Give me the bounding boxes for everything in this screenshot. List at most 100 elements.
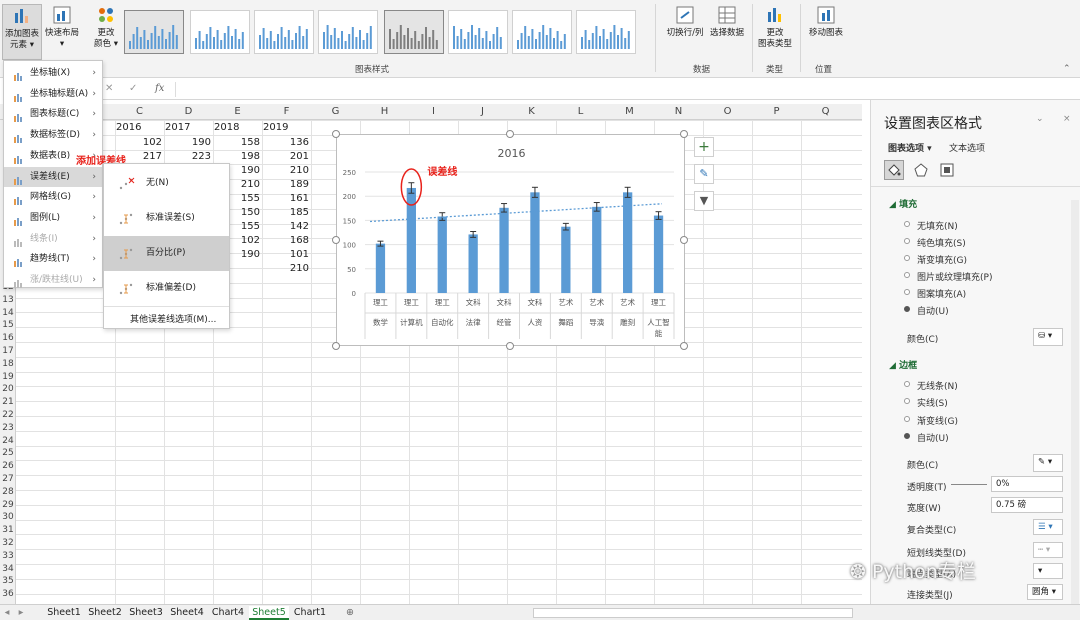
- column-header[interactable]: G: [311, 106, 360, 117]
- menu-item[interactable]: 趋势线(T) ›: [4, 249, 102, 269]
- row-header[interactable]: 21: [0, 397, 16, 407]
- menu-item[interactable]: 误差线(E) ›: [4, 166, 102, 187]
- prev-sheet-icon[interactable]: ◂: [2, 606, 12, 620]
- sheet-tab[interactable]: Sheet4: [167, 606, 207, 620]
- chart-style-thumbnail[interactable]: [190, 10, 250, 54]
- row-header[interactable]: 24: [0, 436, 16, 446]
- radio-label[interactable]: 实线(S): [917, 396, 948, 409]
- radio-button[interactable]: [904, 415, 910, 422]
- resize-handle[interactable]: [332, 342, 340, 350]
- row-header[interactable]: 32: [0, 538, 16, 548]
- border-color-picker[interactable]: ✎ ▾: [1033, 454, 1063, 472]
- add-sheet-icon[interactable]: ⊕: [343, 606, 357, 620]
- radio-label[interactable]: 纯色填充(S): [917, 236, 966, 249]
- radio-button[interactable]: [904, 398, 910, 405]
- border-section-header[interactable]: ◢ 边框: [889, 358, 917, 371]
- row-header[interactable]: 28: [0, 487, 16, 497]
- column-header[interactable]: P: [752, 106, 801, 117]
- menu-item[interactable]: 图表标题(C) ›: [4, 104, 102, 124]
- chart-area[interactable]: 2016 0 50 100 150 200 250 理工 数学 理工 计算机 理工 自动化 文科 法律 文科经…: [336, 134, 685, 346]
- dash-type-dropdown[interactable]: ┅ ▾: [1033, 542, 1063, 558]
- row-header[interactable]: 13: [0, 295, 16, 305]
- column-header[interactable]: I: [409, 106, 458, 117]
- cell-value[interactable]: 190: [165, 137, 211, 148]
- sheet-tab[interactable]: Sheet3: [126, 606, 166, 620]
- cell-value[interactable]: 185: [263, 207, 309, 218]
- column-header[interactable]: K: [507, 106, 556, 117]
- cell-value[interactable]: 223: [165, 151, 211, 162]
- enter-icon[interactable]: ✓: [129, 83, 137, 94]
- radio-button[interactable]: [904, 289, 910, 295]
- radio-button[interactable]: [904, 381, 910, 387]
- row-header[interactable]: 26: [0, 461, 16, 471]
- chart-style-thumbnail[interactable]: [512, 10, 572, 54]
- resize-handle[interactable]: [332, 236, 340, 244]
- cell-year[interactable]: 2016: [116, 122, 162, 133]
- error-bar-option[interactable]: 标准误差(S): [104, 201, 229, 236]
- fill-line-icon[interactable]: [884, 160, 904, 180]
- column-header[interactable]: F: [262, 106, 311, 117]
- radio-button[interactable]: [904, 272, 910, 278]
- cell-year[interactable]: 2017: [165, 122, 211, 133]
- row-header[interactable]: 27: [0, 474, 16, 484]
- row-header[interactable]: 31: [0, 525, 16, 535]
- radio-button[interactable]: [904, 306, 910, 312]
- resize-handle[interactable]: [506, 130, 514, 138]
- column-header[interactable]: E: [213, 106, 262, 117]
- cancel-icon[interactable]: ✕: [105, 83, 113, 94]
- cell-value[interactable]: 198: [214, 151, 260, 162]
- radio-label[interactable]: 渐变线(G): [917, 414, 958, 427]
- compound-type-dropdown[interactable]: ☰ ▾: [1033, 519, 1063, 535]
- cell-value[interactable]: 201: [263, 151, 309, 162]
- row-header[interactable]: 17: [0, 346, 16, 356]
- join-type-dropdown[interactable]: 圆角 ▾: [1027, 584, 1063, 600]
- chart-style-thumbnail[interactable]: [384, 10, 444, 54]
- fill-section-header[interactable]: ◢ 填充: [889, 197, 917, 210]
- sheet-tab[interactable]: Sheet1: [44, 606, 84, 620]
- sheet-tab[interactable]: Chart1: [290, 606, 330, 620]
- cell-value[interactable]: 102: [116, 137, 162, 148]
- column-header[interactable]: L: [556, 106, 605, 117]
- radio-label[interactable]: 图片或纹理填充(P): [917, 270, 992, 283]
- change-chart-type-button[interactable]: 更改 图表类型: [756, 4, 794, 50]
- resize-handle[interactable]: [506, 342, 514, 350]
- switch-row-column-button[interactable]: 切换行/列: [662, 4, 708, 39]
- cell-value[interactable]: 210: [263, 165, 309, 176]
- row-header[interactable]: 33: [0, 551, 16, 561]
- resize-handle[interactable]: [680, 130, 688, 138]
- column-header[interactable]: J: [458, 106, 507, 117]
- row-header[interactable]: 29: [0, 500, 16, 510]
- column-header[interactable]: H: [360, 106, 409, 117]
- row-header[interactable]: 20: [0, 384, 16, 394]
- cell-value[interactable]: 142: [263, 221, 309, 232]
- column-header[interactable]: Q: [801, 106, 850, 117]
- change-colors-button[interactable]: 更改 颜色 ▾: [90, 4, 122, 50]
- row-header[interactable]: 35: [0, 576, 16, 586]
- cell-value[interactable]: 136: [263, 137, 309, 148]
- chart-style-thumbnail[interactable]: [124, 10, 184, 54]
- row-header[interactable]: 19: [0, 372, 16, 382]
- formula-input[interactable]: [175, 82, 1075, 97]
- width-input[interactable]: 0.75 磅: [991, 497, 1063, 513]
- radio-label[interactable]: 无线条(N): [917, 379, 958, 392]
- sheet-tab[interactable]: Sheet5: [249, 606, 289, 620]
- error-bar-option[interactable]: 无(N): [104, 166, 229, 201]
- column-header[interactable]: M: [605, 106, 654, 117]
- menu-item[interactable]: 图例(L) ›: [4, 208, 102, 228]
- error-bar-option[interactable]: 标准偏差(D): [104, 271, 229, 306]
- resize-handle[interactable]: [680, 236, 688, 244]
- chart-style-thumbnail[interactable]: [254, 10, 314, 54]
- column-header[interactable]: C: [115, 106, 164, 117]
- resize-handle[interactable]: [680, 342, 688, 350]
- menu-item[interactable]: 网格线(G) ›: [4, 187, 102, 207]
- radio-label[interactable]: 图案填充(A): [917, 287, 966, 300]
- menu-item[interactable]: 坐标轴(X) ›: [4, 63, 102, 83]
- radio-label[interactable]: 渐变填充(G): [917, 253, 967, 266]
- quick-layout-button[interactable]: 快速布局 ▾: [44, 4, 80, 50]
- fill-color-picker[interactable]: ⛁ ▾: [1033, 328, 1063, 346]
- chart-elements-plus-icon[interactable]: +: [694, 137, 714, 157]
- row-header[interactable]: 34: [0, 564, 16, 574]
- chart-style-thumbnail[interactable]: [318, 10, 378, 54]
- menu-item[interactable]: 坐标轴标题(A) ›: [4, 84, 102, 104]
- resize-handle[interactable]: [332, 130, 340, 138]
